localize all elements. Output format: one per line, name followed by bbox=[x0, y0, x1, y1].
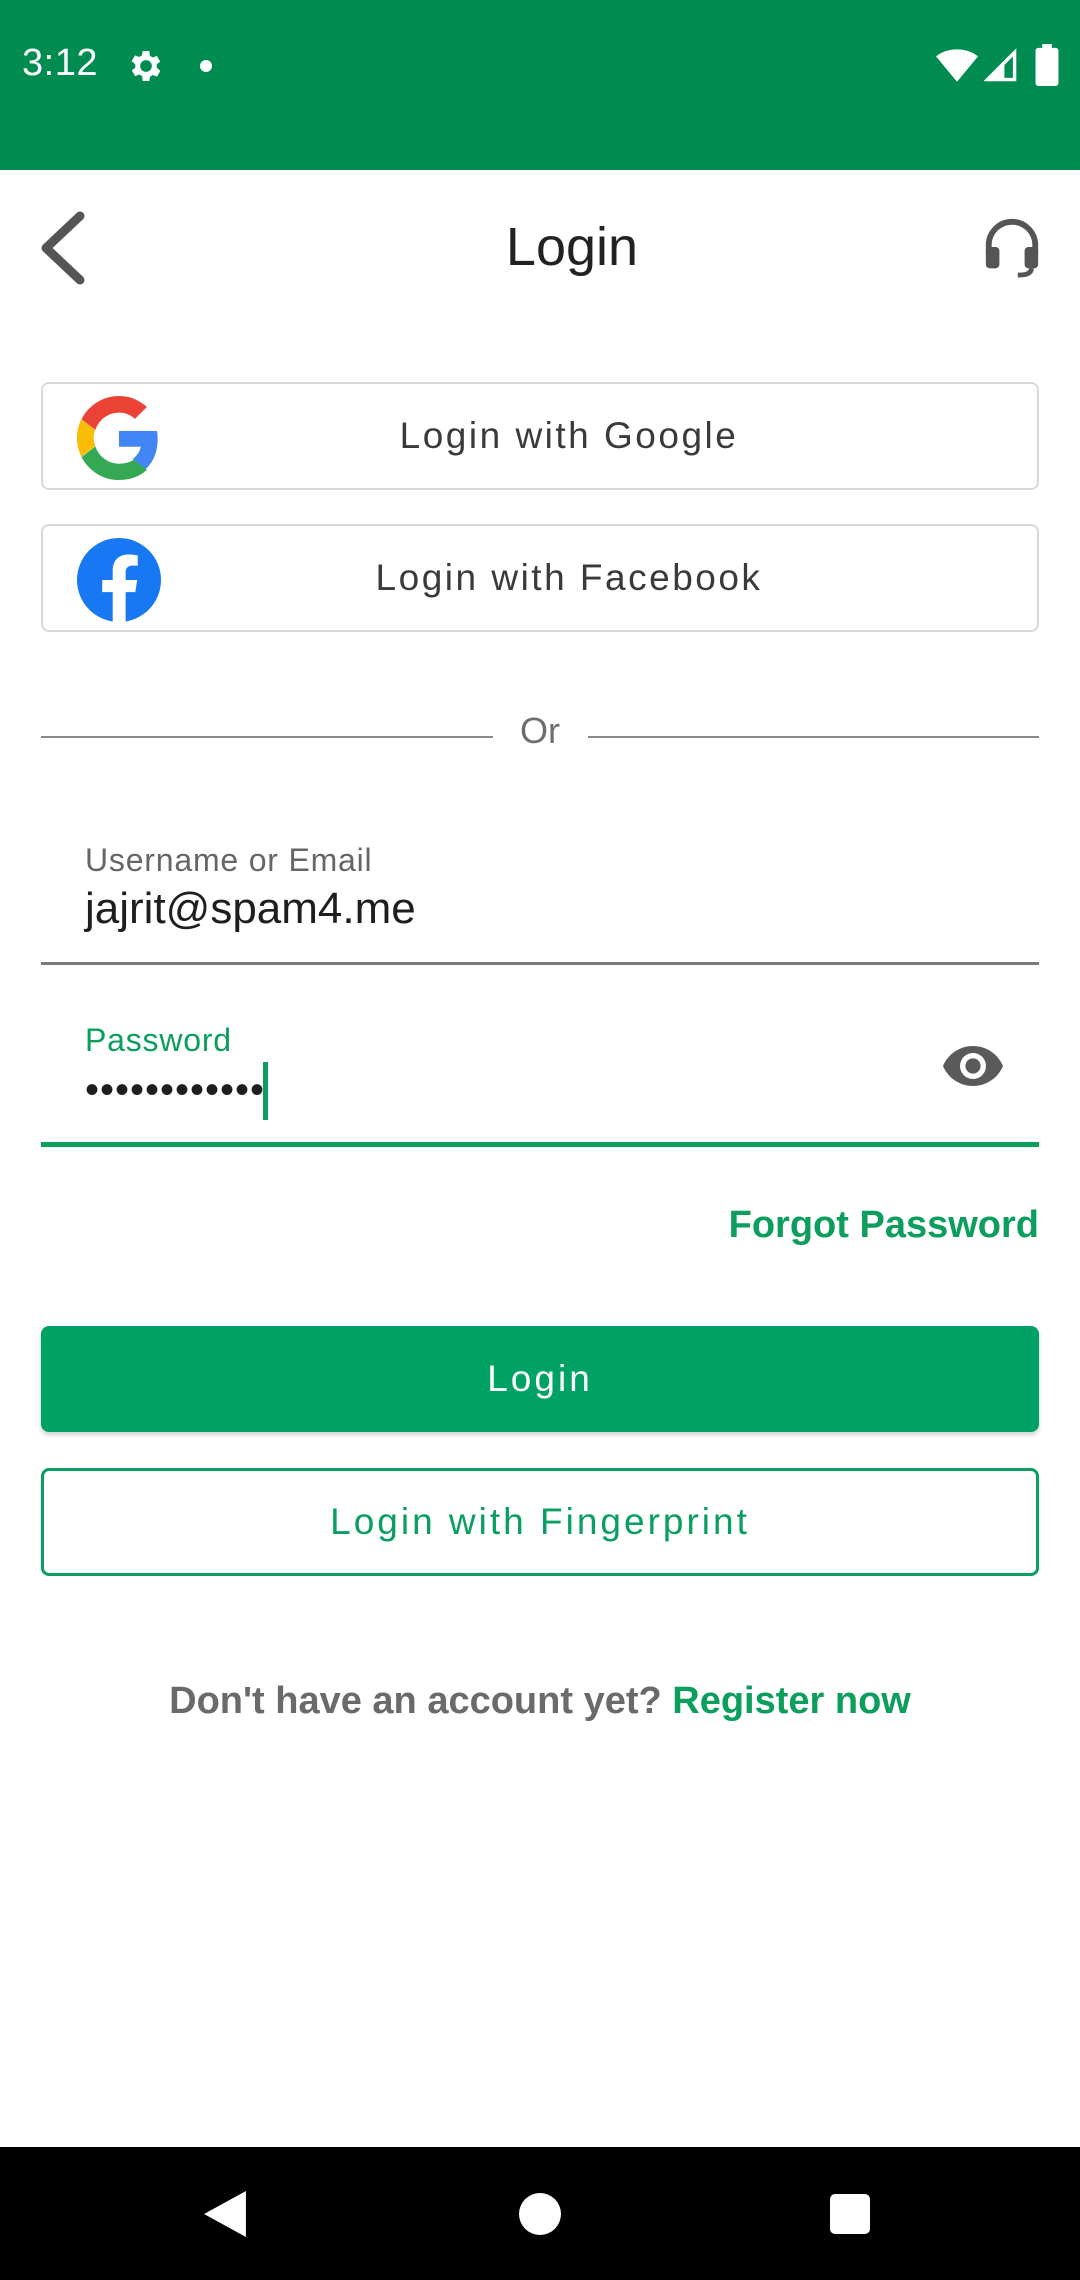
divider-line-left bbox=[41, 736, 493, 738]
facebook-login-label: Login with Facebook bbox=[375, 557, 763, 598]
status-time: 3:12 bbox=[22, 42, 98, 84]
nav-recents-icon[interactable] bbox=[830, 2194, 870, 2234]
password-field[interactable]: Password •••••••••••• bbox=[41, 1010, 1039, 1148]
password-label: Password bbox=[85, 1022, 232, 1058]
username-label: Username or Email bbox=[85, 842, 373, 878]
fingerprint-login-button[interactable]: Login with Fingerprint bbox=[41, 1468, 1039, 1576]
status-bar: 3:12 bbox=[0, 0, 1080, 170]
register-now-link[interactable]: Register now bbox=[672, 1680, 911, 1722]
forgot-password-link[interactable]: Forgot Password bbox=[729, 1204, 1039, 1247]
username-underline bbox=[41, 962, 1039, 965]
page-title: Login bbox=[505, 217, 639, 277]
facebook-login-button[interactable]: Login with Facebook bbox=[41, 524, 1039, 632]
password-value[interactable]: •••••••••••• bbox=[85, 1068, 265, 1113]
login-button[interactable]: Login bbox=[41, 1326, 1039, 1432]
username-field[interactable]: Username or Email jajrit@spam4.me bbox=[41, 830, 1039, 966]
divider-line-right bbox=[588, 736, 1039, 738]
password-underline bbox=[41, 1142, 1039, 1147]
system-nav-bar bbox=[0, 2147, 1080, 2280]
wifi-icon bbox=[936, 49, 978, 82]
google-login-label: Login with Google bbox=[399, 415, 739, 456]
battery-icon bbox=[1035, 44, 1059, 86]
register-question: Don't have an account yet? bbox=[169, 1680, 662, 1722]
text-cursor bbox=[263, 1062, 268, 1120]
nav-back-icon[interactable] bbox=[204, 2191, 246, 2237]
gear-icon bbox=[131, 51, 161, 81]
username-value[interactable]: jajrit@spam4.me bbox=[85, 884, 416, 934]
headset-icon[interactable] bbox=[982, 216, 1042, 278]
divider-or-text: Or bbox=[520, 710, 560, 751]
register-prompt: Don't have an account yet? Register now bbox=[0, 1680, 1080, 1723]
nav-home-icon[interactable] bbox=[519, 2193, 561, 2235]
app-bar: Login bbox=[0, 170, 1080, 330]
google-login-button[interactable]: Login with Google bbox=[41, 382, 1039, 490]
signal-icon bbox=[984, 48, 1017, 82]
notification-dot bbox=[200, 60, 212, 72]
eye-icon[interactable] bbox=[941, 1044, 1005, 1088]
